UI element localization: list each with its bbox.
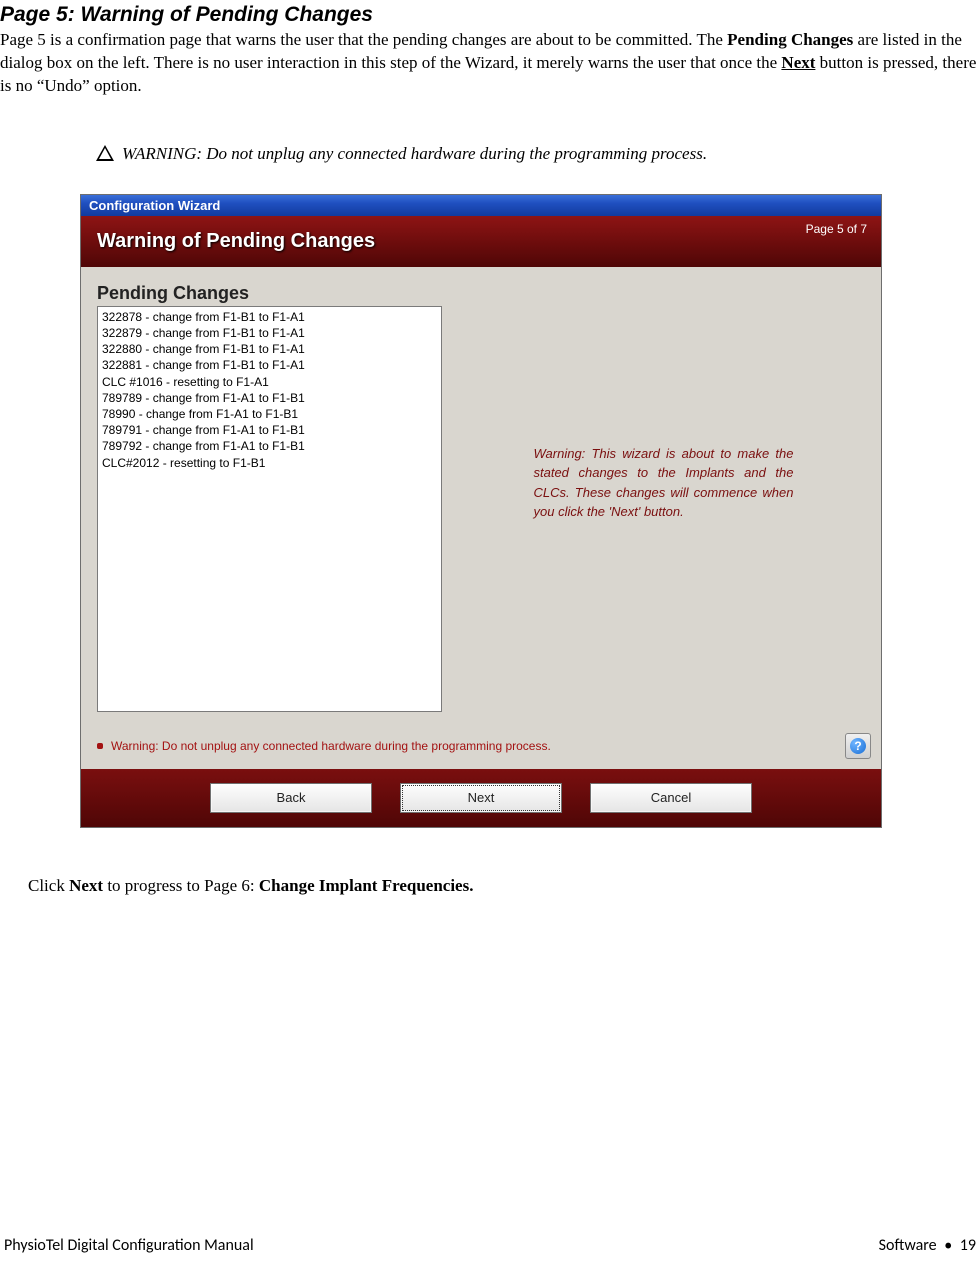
help-icon: ? bbox=[850, 738, 866, 754]
intro-paragraph: Page 5 is a confirmation page that warns… bbox=[0, 29, 980, 98]
right-warning-panel: Warning: This wizard is about to make th… bbox=[462, 283, 865, 723]
back-button[interactable]: Back bbox=[210, 783, 372, 813]
footer-left: PhysioTel Digital Configuration Manual bbox=[4, 1236, 254, 1255]
wizard-title: Warning of Pending Changes bbox=[97, 230, 865, 253]
list-item[interactable]: 789791 - change from F1-A1 to F1-B1 bbox=[98, 422, 441, 438]
configuration-wizard-window: Configuration Wizard Page 5 of 7 Warning… bbox=[80, 194, 882, 828]
list-item[interactable]: 322880 - change from F1-B1 to F1-A1 bbox=[98, 341, 441, 357]
pending-changes-label: Pending Changes bbox=[97, 283, 442, 304]
right-warning-text: Warning: This wizard is about to make th… bbox=[534, 444, 794, 522]
wizard-button-bar: Back Next Cancel bbox=[81, 769, 881, 827]
status-bullet-icon bbox=[97, 743, 103, 749]
pending-changes-listbox[interactable]: 322878 - change from F1-B1 to F1-A132287… bbox=[97, 306, 442, 712]
list-item[interactable]: CLC #1016 - resetting to F1-A1 bbox=[98, 374, 441, 390]
footer-section: Software bbox=[879, 1236, 937, 1255]
pending-changes-panel: Pending Changes 322878 - change from F1-… bbox=[97, 283, 442, 723]
page-heading: Page 5: Warning of Pending Changes bbox=[0, 3, 980, 27]
help-button[interactable]: ? bbox=[845, 733, 871, 759]
footer-right: Software • 19 bbox=[879, 1236, 976, 1255]
list-item[interactable]: 322881 - change from F1-B1 to F1-A1 bbox=[98, 357, 441, 373]
list-item[interactable]: 789789 - change from F1-A1 to F1-B1 bbox=[98, 390, 441, 406]
window-titlebar: Configuration Wizard bbox=[81, 195, 881, 216]
page-indicator: Page 5 of 7 bbox=[806, 222, 867, 236]
after-b: Next bbox=[69, 876, 103, 895]
para-b: Pending Changes bbox=[727, 30, 853, 49]
wizard-statusbar: Warning: Do not unplug any connected har… bbox=[81, 731, 881, 769]
list-item[interactable]: CLC#2012 - resetting to F1-B1 bbox=[98, 455, 441, 471]
warning-triangle-icon bbox=[96, 145, 114, 161]
page-footer: PhysioTel Digital Configuration Manual S… bbox=[0, 1236, 980, 1255]
list-item[interactable]: 78990 - change from F1-A1 to F1-B1 bbox=[98, 406, 441, 422]
footer-dot-icon: • bbox=[940, 1236, 956, 1255]
list-item[interactable]: 789792 - change from F1-A1 to F1-B1 bbox=[98, 438, 441, 454]
warning-text: WARNING: Do not unplug any connected har… bbox=[122, 144, 707, 164]
list-item[interactable]: 322878 - change from F1-B1 to F1-A1 bbox=[98, 309, 441, 325]
para-a: Page 5 is a confirmation page that warns… bbox=[0, 30, 727, 49]
wizard-header: Page 5 of 7 Warning of Pending Changes bbox=[81, 216, 881, 267]
next-button[interactable]: Next bbox=[400, 783, 562, 813]
warning-line: WARNING: Do not unplug any connected har… bbox=[96, 144, 980, 164]
para-d: Next bbox=[781, 53, 815, 72]
after-c: to progress to Page 6: bbox=[103, 876, 259, 895]
after-paragraph: Click Next to progress to Page 6: Change… bbox=[28, 876, 980, 896]
wizard-body: Pending Changes 322878 - change from F1-… bbox=[81, 267, 881, 731]
after-a: Click bbox=[28, 876, 69, 895]
list-item[interactable]: 322879 - change from F1-B1 to F1-A1 bbox=[98, 325, 441, 341]
cancel-button[interactable]: Cancel bbox=[590, 783, 752, 813]
after-d: Change Implant Frequencies. bbox=[259, 876, 474, 895]
status-text: Warning: Do not unplug any connected har… bbox=[111, 739, 837, 753]
footer-page-number: 19 bbox=[960, 1236, 976, 1255]
